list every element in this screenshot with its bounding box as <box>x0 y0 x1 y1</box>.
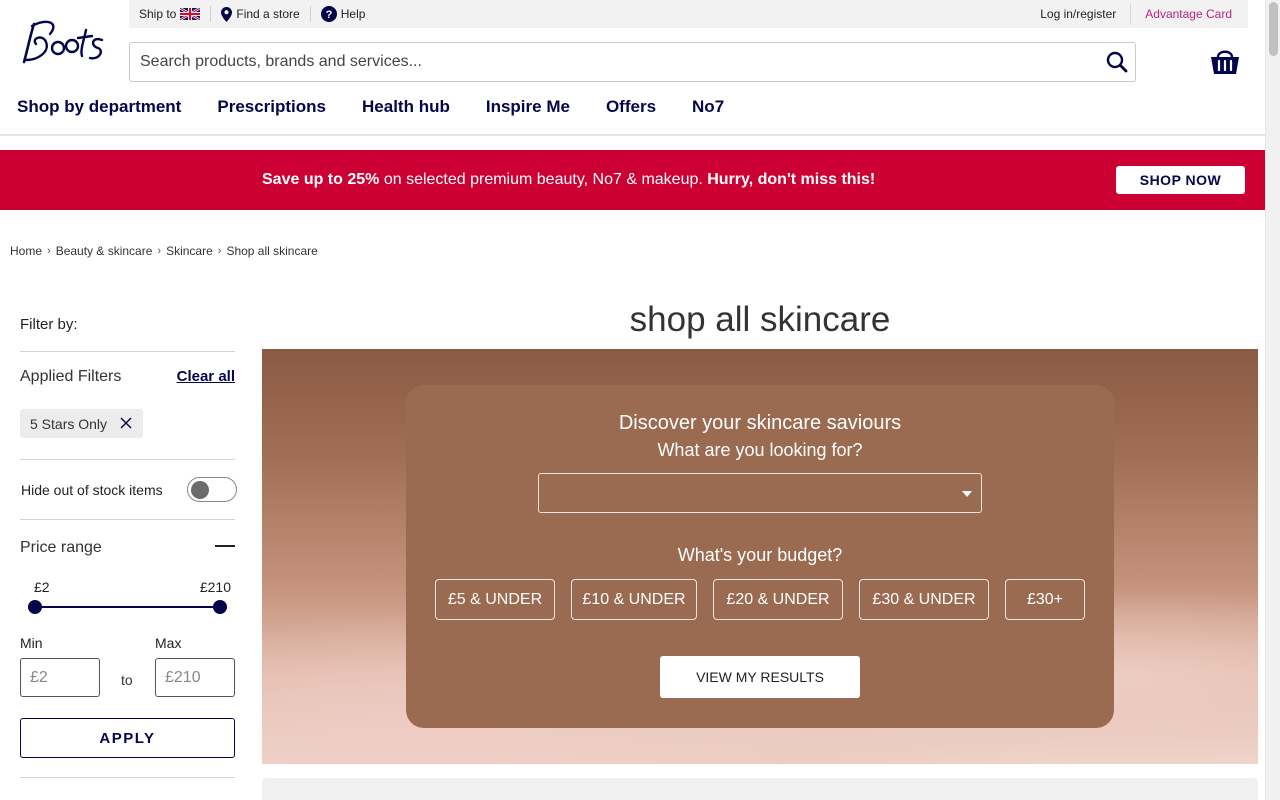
location-pin-icon <box>221 6 233 22</box>
utility-bar: Ship to Find a store ? Help Log in/regis… <box>129 0 1248 28</box>
scrollbar-thumb[interactable] <box>1269 2 1278 56</box>
help-label: Help <box>340 7 366 21</box>
basket-icon <box>1211 50 1239 74</box>
filter-divider <box>20 459 235 460</box>
search-input[interactable] <box>130 44 1099 80</box>
view-results-button[interactable]: VIEW MY RESULTS <box>660 656 860 698</box>
page-title: shop all skincare <box>629 300 891 339</box>
advantage-card-link[interactable]: Advantage Card <box>1131 7 1248 21</box>
budget-20-under-button[interactable]: £20 & UNDER <box>713 579 843 620</box>
search-bar <box>129 42 1136 82</box>
budget-30-plus-button[interactable]: £30+ <box>1005 579 1085 620</box>
filter-by-heading: Filter by: <box>20 316 78 333</box>
promo-banner[interactable]: Save up to 25% on selected premium beaut… <box>0 150 1265 210</box>
promo-message: Save up to 25% on selected premium beaut… <box>262 171 875 189</box>
looking-for-dropdown[interactable] <box>538 473 982 513</box>
ship-to-link[interactable]: Ship to <box>129 6 210 22</box>
breadcrumb-shop-all-skincare[interactable]: Shop all skincare <box>226 244 317 258</box>
filter-divider <box>20 351 235 352</box>
hide-out-of-stock-label: Hide out of stock items <box>21 482 163 498</box>
breadcrumb-skincare[interactable]: Skincare <box>166 244 213 258</box>
nav-no7[interactable]: No7 <box>692 97 724 117</box>
filter-chip-5-stars[interactable]: 5 Stars Only <box>20 409 143 438</box>
filter-divider <box>20 777 235 778</box>
breadcrumb-home[interactable]: Home <box>10 244 42 258</box>
promo-bold-tail: Hurry, don't miss this! <box>707 171 876 188</box>
min-label: Min <box>20 635 43 651</box>
breadcrumb: Home › Beauty & skincare › Skincare › Sh… <box>10 244 318 258</box>
nav-health-hub[interactable]: Health hub <box>362 97 450 117</box>
login-register-link[interactable]: Log in/register <box>1026 7 1130 21</box>
promo-bold-lead: Save up to 25% <box>262 171 380 188</box>
finder-question: What are you looking for? <box>657 440 863 460</box>
nav-shop-by-department[interactable]: Shop by department <box>17 97 181 117</box>
range-max-value: £210 <box>199 579 231 595</box>
filter-divider <box>20 519 235 520</box>
clear-all-link[interactable]: Clear all <box>177 368 235 385</box>
max-label: Max <box>155 635 182 651</box>
budget-30-under-button[interactable]: £30 & UNDER <box>859 579 989 620</box>
search-icon <box>1106 51 1128 73</box>
collapse-minus-icon[interactable] <box>215 545 235 547</box>
price-slider-min-handle[interactable] <box>28 600 42 614</box>
find-store-link[interactable]: Find a store <box>211 6 309 22</box>
boots-logo[interactable] <box>16 14 106 68</box>
chevron-right-icon: › <box>47 245 51 257</box>
chevron-right-icon: › <box>217 245 222 257</box>
price-slider-max-handle[interactable] <box>213 600 227 614</box>
budget-10-under-button[interactable]: £10 & UNDER <box>571 579 697 620</box>
boots-logo-mark <box>22 20 104 64</box>
help-icon: ? <box>320 6 337 22</box>
search-button[interactable] <box>1099 44 1135 80</box>
nav-offers[interactable]: Offers <box>606 97 656 117</box>
uk-flag-icon <box>180 8 201 20</box>
page-scrollbar[interactable] <box>1265 0 1280 800</box>
promo-middle-text: on selected premium beauty, No7 & makeup… <box>379 171 708 188</box>
breadcrumb-beauty-skincare[interactable]: Beauty & skincare <box>56 244 153 258</box>
shop-now-button[interactable]: SHOP NOW <box>1116 166 1245 194</box>
price-slider-track[interactable] <box>35 606 220 608</box>
nav-prescriptions[interactable]: Prescriptions <box>217 97 326 117</box>
skincare-finder-card: Discover your skincare saviours What are… <box>406 385 1114 728</box>
budget-5-under-button[interactable]: £5 & UNDER <box>435 579 555 620</box>
chevron-right-icon: › <box>157 245 162 257</box>
toggle-knob <box>191 481 209 499</box>
range-min-value: £2 <box>34 579 50 595</box>
account-links: Log in/register Advantage Card <box>1026 0 1248 28</box>
to-label: to <box>121 672 133 688</box>
price-range-label: Price range <box>20 539 102 556</box>
ship-to-label: Ship to <box>139 7 177 21</box>
finder-heading: Discover your skincare saviours <box>618 412 902 434</box>
max-price-input[interactable] <box>155 658 235 697</box>
apply-price-button[interactable]: APPLY <box>20 718 235 758</box>
applied-filters-label: Applied Filters <box>20 368 122 385</box>
main-navigation: Shop by department Prescriptions Health … <box>17 97 724 117</box>
filter-chip-label: 5 Stars Only <box>30 415 108 432</box>
hide-out-of-stock-toggle[interactable] <box>187 477 237 502</box>
find-store-label: Find a store <box>236 7 300 21</box>
help-link[interactable]: ? Help <box>311 6 376 22</box>
close-icon[interactable] <box>119 416 133 430</box>
nav-inspire-me[interactable]: Inspire Me <box>486 97 570 117</box>
min-price-input[interactable] <box>20 658 100 697</box>
nav-divider <box>0 134 1265 136</box>
budget-question: What's your budget? <box>677 545 843 565</box>
chevron-down-icon <box>962 491 972 497</box>
product-listing-toolbar <box>262 778 1258 800</box>
svg-text:?: ? <box>325 9 332 21</box>
basket-button[interactable] <box>1208 44 1242 78</box>
